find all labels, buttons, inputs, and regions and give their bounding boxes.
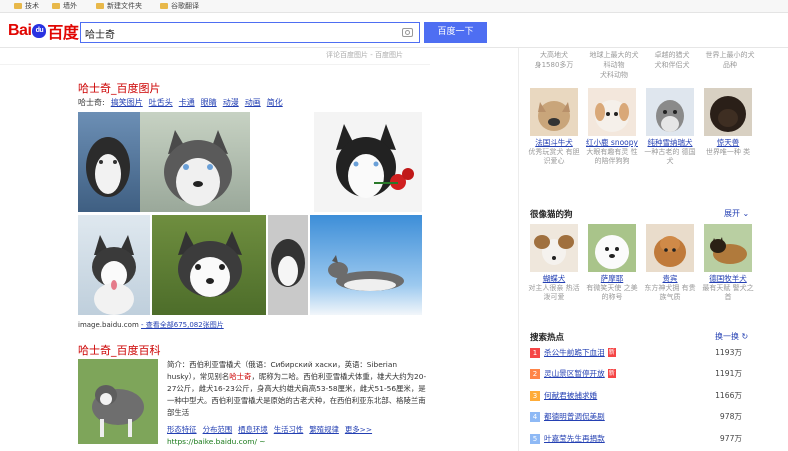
folder-icon <box>160 3 168 9</box>
bookmarks-bar: 技术 墙外 新建文件夹 谷歌翻译 <box>0 0 788 13</box>
similar-section-title: 很像猫的狗 <box>530 210 573 220</box>
chevron-down-icon: ⌄ <box>742 209 750 218</box>
baike-link[interactable]: 更多>> <box>345 424 372 435</box>
hot-item[interactable]: 3 何献君被捕求婚 1166万 <box>530 390 760 404</box>
folder-icon <box>52 3 60 9</box>
baike-result-title[interactable]: 哈士奇_百度百科 <box>78 342 161 358</box>
dog-photo <box>588 88 636 136</box>
husky-photo[interactable] <box>78 112 140 212</box>
dog-card-partial: 世界上最小的犬 品种 <box>705 51 755 69</box>
rank-badge: 4 <box>530 411 540 422</box>
dog-card[interactable]: 贵宾 东方神犬拥 有贵族气质 <box>644 224 696 302</box>
camera-icon[interactable] <box>402 28 413 37</box>
search-header: Bai du 百度 哈士奇 百度一下 <box>0 13 788 48</box>
dog-card-partial: 地球上最大的犬科动物 犬科动物 <box>589 51 639 79</box>
tag-link[interactable]: 动漫 <box>223 97 239 108</box>
feedback-hint[interactable]: 评论百度图片 - 百度图片 <box>326 50 403 60</box>
dog-card-partial: 大高地犬 身1580多万 <box>534 51 574 69</box>
search-box[interactable]: 哈士奇 <box>80 22 420 43</box>
husky-photo[interactable] <box>310 215 422 315</box>
husky-photo[interactable] <box>314 112 422 212</box>
rank-badge: 3 <box>530 390 540 401</box>
dog-card[interactable]: 德国牧羊犬 最有天赋 警犬之首 <box>702 224 754 302</box>
image-tags: 哈士奇: 搞笑图片 吐舌头 卡通 眼睛 动漫 动画 简化 <box>78 97 283 108</box>
dog-card[interactable]: 惊天兽 世界唯一种 类 <box>702 88 754 157</box>
image-grid <box>78 112 422 315</box>
tag-link[interactable]: 卡通 <box>179 97 195 108</box>
rank-badge: 5 <box>530 433 540 444</box>
dog-card[interactable]: 法国斗牛犬 优秀玩赏犬 有胆识爱心 <box>528 88 580 166</box>
tag-link[interactable]: 动画 <box>245 97 261 108</box>
hot-item[interactable]: 5 叶嘉莹先生再捐款 977万 <box>530 433 760 447</box>
dog-photo <box>588 224 636 272</box>
tag-link[interactable]: 吐舌头 <box>149 97 173 108</box>
search-button[interactable]: 百度一下 <box>424 22 487 43</box>
baike-url[interactable]: https://baike.baidu.com/ ~ <box>167 437 266 446</box>
new-badge: 新 <box>607 369 616 378</box>
tag-link[interactable]: 眼睛 <box>201 97 217 108</box>
husky-photo[interactable] <box>268 215 308 315</box>
tag-link[interactable]: 简化 <box>267 97 283 108</box>
divider <box>0 64 430 65</box>
hot-item[interactable]: 2 灵山景区暂停开放新 1191万 <box>530 368 760 382</box>
baike-thumbnail[interactable] <box>78 359 158 444</box>
baike-links: 形态特征 分布范围 栖息环境 生活习性 繁殖规律 更多>> <box>167 424 372 435</box>
refresh-icon: ↻ <box>741 332 749 341</box>
dog-card[interactable]: 蝴蝶犬 对主人很亲 热活泼可爱 <box>528 224 580 302</box>
hot-search-title: 搜索热点 <box>530 333 565 343</box>
expand-button[interactable]: 展开 ⌄ <box>724 208 749 219</box>
dog-photo <box>704 88 752 136</box>
baike-link[interactable]: 形态特征 <box>167 424 197 435</box>
baike-link[interactable]: 繁殖规律 <box>309 424 339 435</box>
image-source-line: image.baidu.com - 查看全部675,082张图片 <box>78 321 224 329</box>
dog-photo <box>704 224 752 272</box>
dog-photo <box>646 224 694 272</box>
baike-link[interactable]: 生活习性 <box>274 424 304 435</box>
bookmark-google-translate[interactable]: 谷歌翻译 <box>160 1 199 11</box>
paw-icon: du <box>32 24 47 38</box>
refresh-button[interactable]: 换一换 ↻ <box>715 331 748 342</box>
folder-icon <box>14 3 22 9</box>
rank-badge: 2 <box>530 368 540 379</box>
baike-summary: 简介：西伯利亚雪橇犬（俄语：Сибирский хаски，英语：Siberia… <box>167 360 427 417</box>
husky-photo[interactable] <box>152 215 266 315</box>
dog-card[interactable]: 萨摩耶 有微笑天使 之美的称号 <box>586 224 638 302</box>
dog-card-partial: 卓越的猎犬 犬和伴侣犬 <box>654 51 690 69</box>
rank-badge: 1 <box>530 347 540 358</box>
husky-photo[interactable] <box>78 215 150 315</box>
dog-photo <box>530 224 578 272</box>
dog-photo <box>646 88 694 136</box>
dog-card[interactable]: 红小鹿 snoopy 大眼有趣有灵 性的陪伴狗狗 <box>586 88 638 166</box>
folder-icon <box>96 3 104 9</box>
husky-photo[interactable] <box>140 112 250 212</box>
new-badge: 新 <box>607 348 616 357</box>
view-all-images-link[interactable]: - 查看全部675,082张图片 <box>141 321 224 329</box>
bookmark-outside[interactable]: 墙外 <box>52 1 77 11</box>
baike-link[interactable]: 栖息环境 <box>238 424 268 435</box>
tag-link[interactable]: 搞笑图片 <box>111 97 143 108</box>
dog-card[interactable]: 纯种雪纳瑞犬 一种古老的 德国犬 <box>644 88 696 166</box>
search-input[interactable]: 哈士奇 <box>85 26 115 41</box>
bookmark-tech[interactable]: 技术 <box>14 1 39 11</box>
baidu-logo[interactable]: Bai du 百度 <box>8 19 79 43</box>
baike-link[interactable]: 分布范围 <box>203 424 233 435</box>
dog-photo <box>530 88 578 136</box>
hot-item[interactable]: 4 都德明曾调侃美剧 978万 <box>530 411 760 425</box>
image-result-title[interactable]: 哈士奇_百度图片 <box>78 80 161 96</box>
bookmark-new-folder[interactable]: 新建文件夹 <box>96 1 142 11</box>
hot-item[interactable]: 1 杀公牛前跪下血泪新 1193万 <box>530 347 760 361</box>
column-divider <box>518 48 519 451</box>
